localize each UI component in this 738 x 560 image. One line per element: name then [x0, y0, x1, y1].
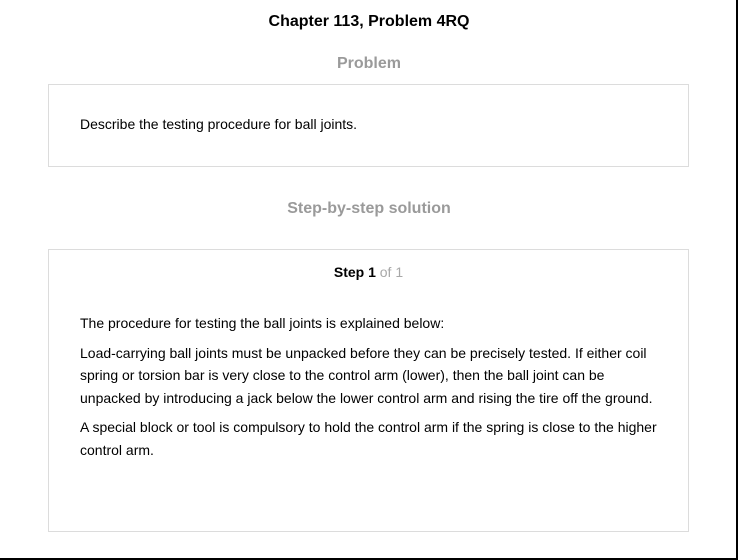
solution-heading: Step-by-step solution: [287, 200, 451, 217]
problem-card: Describe the testing procedure for ball …: [48, 84, 689, 167]
step-count: of 1: [375, 264, 404, 280]
step-card: Step 1 of 1 The procedure for testing th…: [48, 249, 689, 532]
solution-paragraph: The procedure for testing the ball joint…: [80, 315, 445, 331]
solution-paragraph: Load-carrying ball joints must be unpack…: [80, 344, 653, 406]
solution-paragraph: A special block or tool is compulsory to…: [80, 419, 657, 458]
step-body: The procedure for testing the ball joint…: [80, 312, 665, 468]
step-label: Step 1: [333, 264, 376, 280]
page-title: Chapter 113, Problem 4RQ: [268, 13, 470, 30]
page-frame: Chapter 113, Problem 4RQ Problem Describ…: [0, 0, 738, 560]
problem-text: Describe the testing procedure for ball …: [80, 116, 358, 132]
problem-heading: Problem: [336, 55, 401, 72]
step-indicator: Step 1 of 1: [49, 263, 688, 281]
